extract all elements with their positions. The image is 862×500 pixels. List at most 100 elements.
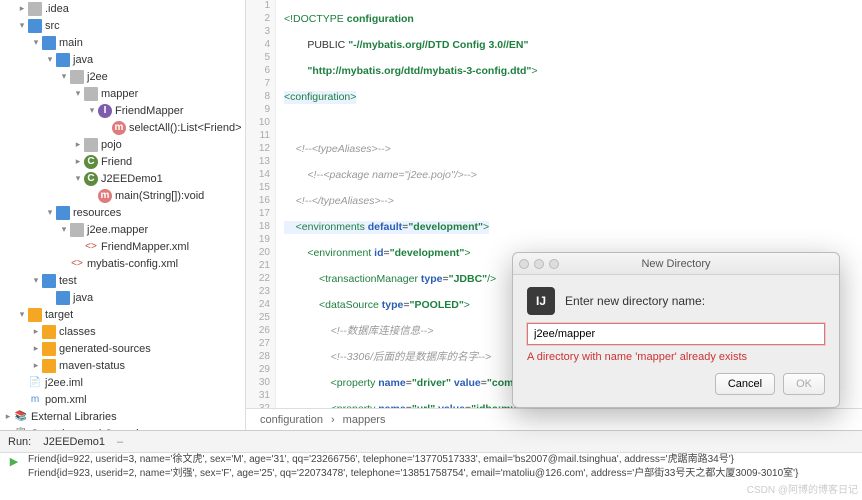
tree-icon (56, 291, 70, 305)
run-tab[interactable]: J2EEDemo1 (35, 434, 113, 450)
tree-icon (42, 274, 56, 288)
tree-item[interactable]: <>FriendMapper.xml (0, 238, 245, 255)
tree-item[interactable]: ▸generated-sources (0, 340, 245, 357)
error-message: A directory with name 'mapper' already e… (527, 351, 825, 363)
ok-button[interactable]: OK (783, 373, 825, 395)
tree-label: java (73, 292, 93, 304)
tree-icon (42, 36, 56, 50)
tree-item[interactable]: ▸.idea (0, 0, 245, 17)
tree-label: maven-status (59, 360, 125, 372)
new-directory-dialog: New Directory IJ Enter new directory nam… (512, 252, 840, 408)
tree-icon: 📄 (28, 376, 42, 390)
tree-icon (70, 70, 84, 84)
run-label: Run: (8, 436, 31, 448)
tree-label: mapper (101, 88, 138, 100)
tree-label: pom.xml (45, 394, 87, 406)
tree-icon: m (98, 189, 112, 203)
tree-icon (28, 2, 42, 16)
tree-label: selectAll():List<Friend> (129, 122, 242, 134)
tree-item[interactable]: <>mybatis-config.xml (0, 255, 245, 272)
tree-icon (42, 325, 56, 339)
tree-icon: m (28, 393, 42, 407)
tree-icon: 📚 (14, 410, 28, 424)
tree-item[interactable]: java (0, 289, 245, 306)
tree-icon (28, 308, 42, 322)
tree-item[interactable]: ▸📚External Libraries (0, 408, 245, 425)
tree-icon (28, 19, 42, 33)
tree-item[interactable]: ▾java (0, 51, 245, 68)
tree-icon: <> (84, 240, 98, 254)
tree-item[interactable]: 📄j2ee.iml (0, 374, 245, 391)
tree-item[interactable]: ▾j2ee (0, 68, 245, 85)
tree-icon: <> (70, 257, 84, 271)
tree-label: j2ee.iml (45, 377, 83, 389)
tree-label: J2EEDemo1 (101, 173, 163, 185)
tree-item[interactable]: mpom.xml (0, 391, 245, 408)
tree-item[interactable]: ▾IFriendMapper (0, 102, 245, 119)
intellij-icon: IJ (527, 287, 555, 315)
tree-label: main (59, 37, 83, 49)
minimize-icon[interactable] (534, 259, 544, 269)
cancel-button[interactable]: Cancel (715, 373, 775, 395)
breadcrumb-item[interactable]: mappers (343, 414, 386, 426)
tree-item[interactable]: ▾test (0, 272, 245, 289)
tree-label: resources (73, 207, 121, 219)
tree-label: mybatis-config.xml (87, 258, 178, 270)
project-tree[interactable]: ▸.idea▾src▾main▾java▾j2ee▾mapper▾IFriend… (0, 0, 246, 430)
tree-icon (42, 342, 56, 356)
watermark: CSDN @阿博的博客日记 (747, 481, 858, 496)
tree-label: test (59, 275, 77, 287)
tree-item[interactable]: ▾src (0, 17, 245, 34)
zoom-icon[interactable] (549, 259, 559, 269)
tree-label: Scratches and Consoles (31, 428, 150, 431)
tree-item[interactable]: ▾CJ2EEDemo1 (0, 170, 245, 187)
directory-name-input[interactable] (527, 323, 825, 345)
tree-label: Friend (101, 156, 132, 168)
tree-label: j2ee.mapper (87, 224, 148, 236)
tree-label: FriendMapper.xml (101, 241, 189, 253)
tree-item[interactable]: mmain(String[]):void (0, 187, 245, 204)
tree-label: j2ee (87, 71, 108, 83)
tree-icon (84, 87, 98, 101)
tree-item[interactable]: ▾mapper (0, 85, 245, 102)
tree-icon (84, 138, 98, 152)
dialog-prompt: Enter new directory name: (565, 294, 705, 308)
line-gutter: 1234567891011121314151617181920212223242… (246, 0, 276, 408)
tree-label: java (73, 54, 93, 66)
tree-icon: I (98, 104, 112, 118)
tree-label: target (45, 309, 73, 321)
tree-icon: m (112, 121, 126, 135)
rerun-icon[interactable]: ▶ (10, 455, 18, 468)
tree-item[interactable]: ▸pojo (0, 136, 245, 153)
tree-item[interactable]: ▸maven-status (0, 357, 245, 374)
tree-item[interactable]: ▾target (0, 306, 245, 323)
tree-item[interactable]: ▾resources (0, 204, 245, 221)
tree-item[interactable]: ▸📋Scratches and Consoles (0, 425, 245, 430)
breadcrumb-item[interactable]: configuration (260, 414, 323, 426)
tree-label: .idea (45, 3, 69, 15)
tree-item[interactable]: ▾j2ee.mapper (0, 221, 245, 238)
minimize-icon[interactable]: – (117, 436, 123, 448)
tree-icon: C (84, 155, 98, 169)
tree-icon: C (84, 172, 98, 186)
tree-label: pojo (101, 139, 122, 151)
dialog-titlebar[interactable]: New Directory (513, 253, 839, 275)
tree-icon (42, 359, 56, 373)
console-output[interactable]: Friend{id=922, userid=3, name='徐文虎', sex… (28, 453, 862, 481)
tree-label: generated-sources (59, 343, 151, 355)
tree-label: main(String[]):void (115, 190, 204, 202)
tree-item[interactable]: mselectAll():List<Friend> (0, 119, 245, 136)
breadcrumb[interactable]: configuration › mappers (246, 408, 862, 430)
tree-icon: 📋 (14, 427, 28, 431)
tree-item[interactable]: ▸CFriend (0, 153, 245, 170)
tree-icon (56, 206, 70, 220)
run-panel: Run: J2EEDemo1 – ▶ Friend{id=922, userid… (0, 430, 862, 481)
tree-icon (70, 223, 84, 237)
tree-icon (56, 53, 70, 67)
tree-item[interactable]: ▸classes (0, 323, 245, 340)
tree-label: FriendMapper (115, 105, 183, 117)
tree-label: External Libraries (31, 411, 117, 423)
close-icon[interactable] (519, 259, 529, 269)
tree-label: classes (59, 326, 96, 338)
tree-item[interactable]: ▾main (0, 34, 245, 51)
